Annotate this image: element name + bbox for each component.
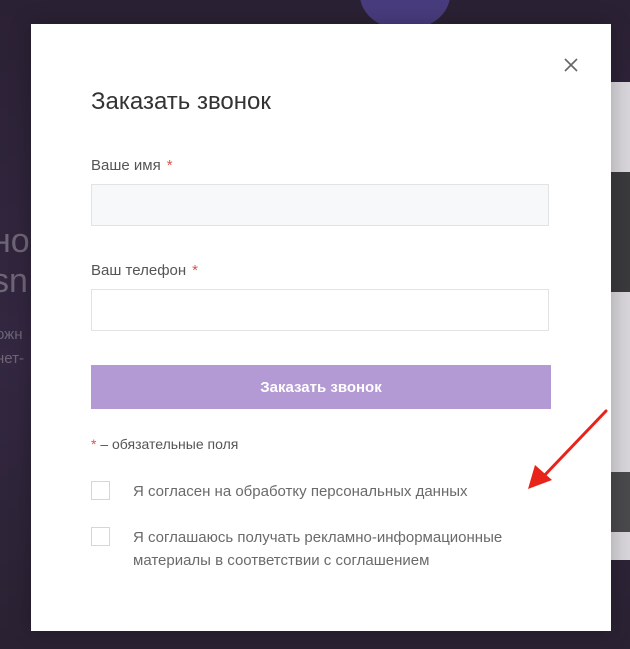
required-note-text: – обязательные поля — [96, 436, 239, 452]
required-fields-note: * – обязательные поля — [91, 436, 238, 452]
modal-title: Заказать звонок — [91, 88, 271, 115]
close-button[interactable] — [559, 53, 583, 77]
phone-input[interactable] — [91, 289, 549, 331]
phone-field-label: Ваш телефон * — [91, 262, 198, 279]
background-text-fragment: нет- — [0, 350, 24, 367]
background-heading-fragment: но — [0, 222, 30, 260]
consent-personal-data-label: Я согласен на обработку персональных дан… — [133, 483, 468, 500]
submit-button[interactable]: Заказать звонок — [91, 365, 551, 409]
background-heading-fragment: sn — [0, 262, 28, 300]
required-mark: * — [192, 262, 198, 279]
consent-marketing-checkbox[interactable] — [91, 527, 110, 546]
name-input[interactable] — [91, 184, 549, 226]
close-icon — [564, 58, 578, 72]
background-card-image — [608, 172, 630, 292]
background-text-fragment: ожн — [0, 326, 23, 343]
consent-personal-data-checkbox[interactable] — [91, 481, 110, 500]
consent-marketing-label: Я соглашаюсь получать рекламно-информаци… — [133, 529, 503, 569]
required-mark: * — [166, 157, 173, 174]
name-label-text: Ваше имя — [91, 157, 161, 174]
callback-modal: Заказать звонок Ваше имя * Ваш телефон * З… — [31, 24, 611, 631]
phone-label-text: Ваш телефон — [91, 262, 187, 279]
background-card-image — [608, 472, 630, 532]
name-field-label: Ваше имя * — [91, 157, 173, 174]
